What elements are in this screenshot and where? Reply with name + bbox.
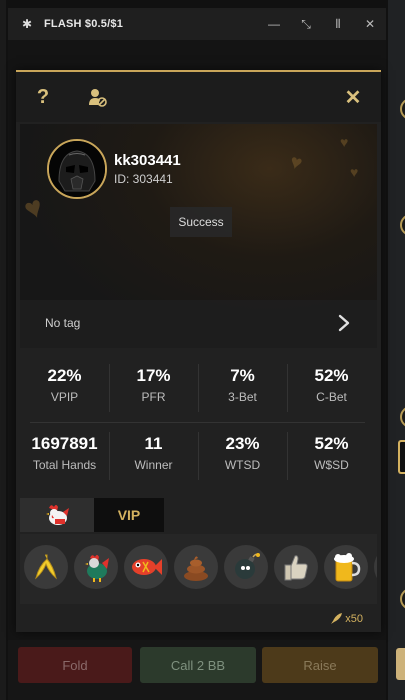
- stat-label: PFR: [141, 390, 166, 404]
- poop-icon[interactable]: [174, 545, 218, 589]
- decor-heart-icon: ♥: [340, 134, 349, 150]
- stat-cbet: 52% C-Bet: [287, 366, 376, 404]
- chevron-right-icon: [338, 314, 350, 332]
- stat-value: 11: [144, 434, 163, 453]
- emoji-multiplier[interactable]: x50: [329, 612, 363, 626]
- resize-icon[interactable]: ⤡: [290, 17, 322, 32]
- player-tag-label: No tag: [45, 316, 81, 330]
- rooster-tab-icon: [46, 505, 69, 525]
- right-table-strip: [388, 0, 405, 700]
- thumbs-up-icon[interactable]: [274, 545, 318, 589]
- stat-value: 52%: [314, 366, 349, 385]
- stat-3bet: 7% 3-Bet: [198, 366, 287, 404]
- close-icon[interactable]: ✕: [340, 84, 366, 110]
- fold-button[interactable]: Fold: [18, 647, 132, 683]
- stat-value: 52%: [314, 434, 349, 453]
- window-title: FLASH $0.5/$1: [44, 18, 124, 30]
- stat-label: Total Hands: [32, 458, 97, 472]
- stats-vdivider: [109, 432, 110, 480]
- stats-vdivider: [198, 364, 199, 412]
- call-button[interactable]: Call 2 BB: [140, 647, 256, 683]
- profile-card: ♥ ♥ ♥ ♥ kk303441 ID: 303441 Success No t…: [20, 124, 377, 348]
- stat-value: 17%: [136, 366, 171, 385]
- seat-badge: [398, 440, 405, 474]
- stat-label: C-Bet: [316, 390, 347, 404]
- emoji-tabs: VIP: [20, 498, 377, 532]
- left-panel-strip: [0, 0, 6, 700]
- fish-icon[interactable]: [124, 545, 168, 589]
- more-emoji-icon[interactable]: [374, 545, 377, 589]
- menu-icon[interactable]: ⦀: [322, 17, 354, 32]
- stat-label: W$SD: [314, 458, 349, 472]
- beer-icon[interactable]: [324, 545, 368, 589]
- decor-heart-icon: ♥: [287, 150, 305, 176]
- stat-total-hands: 1697891 Total Hands: [20, 434, 109, 472]
- action-bar: Fold Call 2 BB Raise: [8, 640, 386, 700]
- seat-avatar-ring: [400, 588, 405, 610]
- stat-label: VPIP: [50, 390, 79, 404]
- player-tag-row[interactable]: No tag: [20, 300, 377, 348]
- rooster-icon[interactable]: [74, 545, 118, 589]
- success-toast: Success: [170, 207, 232, 237]
- seat-avatar-ring: [400, 406, 405, 428]
- stats-divider: [30, 422, 365, 423]
- player-id: ID: 303441: [114, 172, 173, 186]
- help-icon[interactable]: ?: [30, 84, 56, 110]
- player-stats-panel: 22% VPIP 17% PFR 7% 3-Bet 52% C-Bet 1697…: [20, 356, 377, 492]
- player-username: kk303441: [114, 152, 181, 169]
- stat-pfr: 17% PFR: [109, 366, 198, 404]
- stat-value: 23%: [225, 434, 260, 453]
- tab-emoji[interactable]: [20, 498, 94, 532]
- stat-vpip: 22% VPIP: [20, 366, 109, 404]
- app-logo-icon: ✱: [22, 17, 33, 31]
- stats-vdivider: [109, 364, 110, 412]
- rocket-icon: [331, 613, 343, 624]
- decor-heart-icon: ♥: [350, 164, 359, 180]
- window-controls: — ⤡ ⦀ ✕: [258, 17, 386, 32]
- decor-heart-icon: ♥: [19, 189, 48, 228]
- minimize-icon[interactable]: —: [258, 17, 290, 32]
- stat-wsd: 52% W$SD: [287, 434, 376, 472]
- stats-vdivider: [287, 432, 288, 480]
- stat-value: 22%: [47, 366, 82, 385]
- multiplier-label: x50: [345, 613, 363, 625]
- seat-avatar-ring: [400, 214, 405, 236]
- tab-vip[interactable]: VIP: [94, 498, 164, 532]
- close-window-icon[interactable]: ✕: [354, 17, 386, 32]
- stat-label: Winner: [134, 458, 173, 472]
- app-root: ✱ FLASH $0.5/$1 — ⤡ ⦀ ✕ ? ✕ ♥ ♥ ♥ ♥ kk30…: [0, 0, 405, 700]
- seat-avatar-ring: [400, 98, 405, 120]
- stat-value: 1697891: [31, 434, 98, 453]
- stat-wtsd: 23% WTSD: [198, 434, 287, 472]
- stat-winner: 11 Winner: [109, 434, 198, 472]
- modal-header: ? ✕: [16, 72, 381, 122]
- window-titlebar: ✱ FLASH $0.5/$1 — ⤡ ⦀ ✕: [8, 8, 386, 40]
- avatar[interactable]: [47, 139, 107, 199]
- bomb-icon[interactable]: [224, 545, 268, 589]
- banana-icon[interactable]: [24, 545, 68, 589]
- stats-vdivider: [287, 364, 288, 412]
- block-user-icon[interactable]: [84, 84, 110, 110]
- emoji-picker: [20, 534, 377, 604]
- side-action-button[interactable]: [396, 648, 405, 680]
- stat-value: 7%: [230, 366, 255, 385]
- raise-button[interactable]: Raise: [262, 647, 378, 683]
- stat-label: 3-Bet: [228, 390, 257, 404]
- player-profile-modal: ? ✕ ♥ ♥ ♥ ♥ kk303441 ID: 303441 Success …: [16, 70, 381, 632]
- stat-label: WTSD: [224, 458, 261, 472]
- stats-vdivider: [198, 432, 199, 480]
